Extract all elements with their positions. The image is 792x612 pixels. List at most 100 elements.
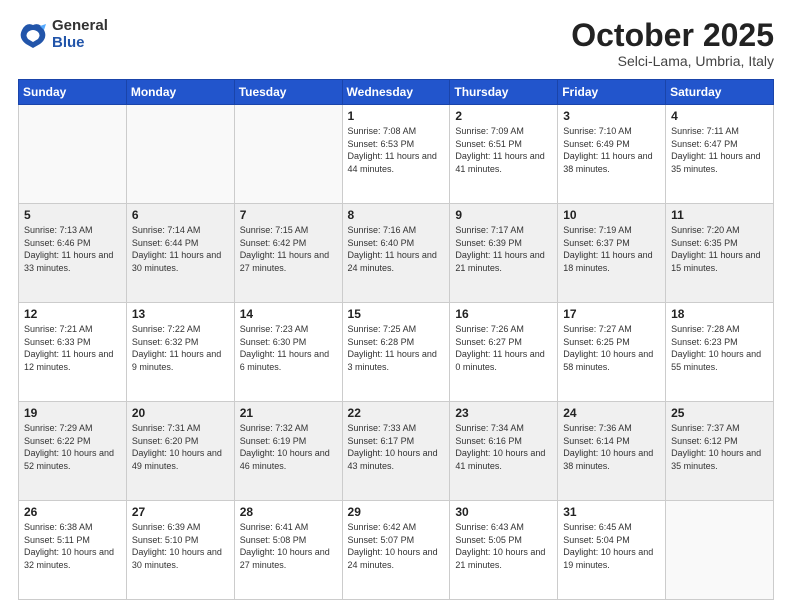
calendar-table: Sunday Monday Tuesday Wednesday Thursday… bbox=[18, 79, 774, 600]
table-row: 10Sunrise: 7:19 AM Sunset: 6:37 PM Dayli… bbox=[558, 204, 666, 303]
table-row: 16 Sunrise: 7:26 AM Sunset: 6:27 PM Dayli… bbox=[450, 303, 558, 402]
day-info: Sunrise: 7:21 AM Sunset: 6:33 PM Dayligh… bbox=[24, 323, 121, 373]
month-title: October 2025 bbox=[571, 18, 774, 53]
table-row: 22Sunrise: 7:33 AM Sunset: 6:17 PM Dayli… bbox=[342, 402, 450, 501]
table-row bbox=[234, 105, 342, 204]
calendar-week-row: 26 Sunrise: 6:38 AM Sunset: 5:11 PM Dayli… bbox=[19, 501, 774, 600]
day-info: Sunrise: 7:31 AM Sunset: 6:20 PM Dayligh… bbox=[132, 422, 229, 472]
day-number: 28 bbox=[240, 505, 337, 519]
th-saturday: Saturday bbox=[666, 80, 774, 105]
logo-blue-text: Blue bbox=[52, 35, 108, 52]
day-number: 4 bbox=[671, 109, 768, 123]
table-row: 7 Sunrise: 7:15 AM Sunset: 6:42 PM Daylig… bbox=[234, 204, 342, 303]
day-number: 17 bbox=[563, 307, 660, 321]
table-row: 17 Sunrise: 7:27 AM Sunset: 6:25 PM Dayli… bbox=[558, 303, 666, 402]
table-row: 2 Sunrise: 7:09 AM Sunset: 6:51 PM Daylig… bbox=[450, 105, 558, 204]
day-number: 25 bbox=[671, 406, 768, 420]
logo-text: General Blue bbox=[52, 18, 108, 51]
table-row: 30Sunrise: 6:43 AM Sunset: 5:05 PM Dayli… bbox=[450, 501, 558, 600]
day-info: Sunrise: 6:39 AM Sunset: 5:10 PM Dayligh… bbox=[132, 521, 229, 571]
day-number: 6 bbox=[132, 208, 229, 222]
day-number: 9 bbox=[455, 208, 552, 222]
table-row: 23Sunrise: 7:34 AM Sunset: 6:16 PM Dayli… bbox=[450, 402, 558, 501]
day-info: Sunrise: 7:26 AM Sunset: 6:27 PM Dayligh… bbox=[455, 323, 552, 373]
weekday-header-row: Sunday Monday Tuesday Wednesday Thursday… bbox=[19, 80, 774, 105]
day-info: Sunrise: 6:38 AM Sunset: 5:11 PM Dayligh… bbox=[24, 521, 121, 571]
day-info: Sunrise: 7:36 AM Sunset: 6:14 PM Dayligh… bbox=[563, 422, 660, 472]
day-info: Sunrise: 7:19 AM Sunset: 6:37 PM Dayligh… bbox=[563, 224, 660, 274]
day-info: Sunrise: 7:34 AM Sunset: 6:16 PM Dayligh… bbox=[455, 422, 552, 472]
day-number: 29 bbox=[348, 505, 445, 519]
day-info: Sunrise: 6:41 AM Sunset: 5:08 PM Dayligh… bbox=[240, 521, 337, 571]
day-number: 16 bbox=[455, 307, 552, 321]
day-number: 11 bbox=[671, 208, 768, 222]
calendar-week-row: 1 Sunrise: 7:08 AM Sunset: 6:53 PM Daylig… bbox=[19, 105, 774, 204]
day-info: Sunrise: 7:23 AM Sunset: 6:30 PM Dayligh… bbox=[240, 323, 337, 373]
day-number: 15 bbox=[348, 307, 445, 321]
day-number: 30 bbox=[455, 505, 552, 519]
calendar-week-row: 19 Sunrise: 7:29 AM Sunset: 6:22 PM Dayli… bbox=[19, 402, 774, 501]
table-row: 1 Sunrise: 7:08 AM Sunset: 6:53 PM Daylig… bbox=[342, 105, 450, 204]
day-number: 24 bbox=[563, 406, 660, 420]
day-number: 21 bbox=[240, 406, 337, 420]
day-number: 26 bbox=[24, 505, 121, 519]
table-row: 4 Sunrise: 7:11 AM Sunset: 6:47 PM Daylig… bbox=[666, 105, 774, 204]
th-tuesday: Tuesday bbox=[234, 80, 342, 105]
calendar-week-row: 12 Sunrise: 7:21 AM Sunset: 6:33 PM Dayli… bbox=[19, 303, 774, 402]
day-info: Sunrise: 6:45 AM Sunset: 5:04 PM Dayligh… bbox=[563, 521, 660, 571]
table-row: 3 Sunrise: 7:10 AM Sunset: 6:49 PM Daylig… bbox=[558, 105, 666, 204]
day-info: Sunrise: 7:33 AM Sunset: 6:17 PM Dayligh… bbox=[348, 422, 445, 472]
day-number: 12 bbox=[24, 307, 121, 321]
table-row: 14 Sunrise: 7:23 AM Sunset: 6:30 PM Dayli… bbox=[234, 303, 342, 402]
title-block: October 2025 Selci-Lama, Umbria, Italy bbox=[571, 18, 774, 69]
day-info: Sunrise: 7:29 AM Sunset: 6:22 PM Dayligh… bbox=[24, 422, 121, 472]
table-row: 6Sunrise: 7:14 AM Sunset: 6:44 PM Daylig… bbox=[126, 204, 234, 303]
table-row: 31 Sunrise: 6:45 AM Sunset: 5:04 PM Dayli… bbox=[558, 501, 666, 600]
table-row: 26 Sunrise: 6:38 AM Sunset: 5:11 PM Dayli… bbox=[19, 501, 127, 600]
day-number: 1 bbox=[348, 109, 445, 123]
table-row: 15Sunrise: 7:25 AM Sunset: 6:28 PM Dayli… bbox=[342, 303, 450, 402]
th-wednesday: Wednesday bbox=[342, 80, 450, 105]
day-number: 8 bbox=[348, 208, 445, 222]
day-number: 2 bbox=[455, 109, 552, 123]
day-info: Sunrise: 7:27 AM Sunset: 6:25 PM Dayligh… bbox=[563, 323, 660, 373]
table-row: 13Sunrise: 7:22 AM Sunset: 6:32 PM Dayli… bbox=[126, 303, 234, 402]
table-row: 18 Sunrise: 7:28 AM Sunset: 6:23 PM Dayli… bbox=[666, 303, 774, 402]
day-number: 20 bbox=[132, 406, 229, 420]
day-number: 18 bbox=[671, 307, 768, 321]
day-number: 19 bbox=[24, 406, 121, 420]
table-row: 27Sunrise: 6:39 AM Sunset: 5:10 PM Dayli… bbox=[126, 501, 234, 600]
table-row bbox=[19, 105, 127, 204]
day-number: 13 bbox=[132, 307, 229, 321]
day-info: Sunrise: 7:11 AM Sunset: 6:47 PM Dayligh… bbox=[671, 125, 768, 175]
logo: General Blue bbox=[18, 18, 108, 51]
day-info: Sunrise: 7:20 AM Sunset: 6:35 PM Dayligh… bbox=[671, 224, 768, 274]
logo-icon bbox=[18, 20, 48, 50]
table-row: 8 Sunrise: 7:16 AM Sunset: 6:40 PM Daylig… bbox=[342, 204, 450, 303]
day-info: Sunrise: 7:08 AM Sunset: 6:53 PM Dayligh… bbox=[348, 125, 445, 175]
table-row bbox=[126, 105, 234, 204]
day-number: 14 bbox=[240, 307, 337, 321]
table-row: 28 Sunrise: 6:41 AM Sunset: 5:08 PM Dayli… bbox=[234, 501, 342, 600]
table-row: 24 Sunrise: 7:36 AM Sunset: 6:14 PM Dayli… bbox=[558, 402, 666, 501]
th-sunday: Sunday bbox=[19, 80, 127, 105]
day-info: Sunrise: 7:15 AM Sunset: 6:42 PM Dayligh… bbox=[240, 224, 337, 274]
table-row: 5Sunrise: 7:13 AM Sunset: 6:46 PM Daylig… bbox=[19, 204, 127, 303]
table-row: 11 Sunrise: 7:20 AM Sunset: 6:35 PM Dayli… bbox=[666, 204, 774, 303]
table-row: 25 Sunrise: 7:37 AM Sunset: 6:12 PM Dayli… bbox=[666, 402, 774, 501]
table-row: 19 Sunrise: 7:29 AM Sunset: 6:22 PM Dayli… bbox=[19, 402, 127, 501]
day-number: 31 bbox=[563, 505, 660, 519]
day-number: 7 bbox=[240, 208, 337, 222]
day-info: Sunrise: 7:28 AM Sunset: 6:23 PM Dayligh… bbox=[671, 323, 768, 373]
table-row: 12 Sunrise: 7:21 AM Sunset: 6:33 PM Dayli… bbox=[19, 303, 127, 402]
day-info: Sunrise: 7:37 AM Sunset: 6:12 PM Dayligh… bbox=[671, 422, 768, 472]
day-info: Sunrise: 7:16 AM Sunset: 6:40 PM Dayligh… bbox=[348, 224, 445, 274]
day-info: Sunrise: 7:17 AM Sunset: 6:39 PM Dayligh… bbox=[455, 224, 552, 274]
day-info: Sunrise: 7:10 AM Sunset: 6:49 PM Dayligh… bbox=[563, 125, 660, 175]
page: General Blue October 2025 Selci-Lama, Um… bbox=[0, 0, 792, 612]
day-info: Sunrise: 7:32 AM Sunset: 6:19 PM Dayligh… bbox=[240, 422, 337, 472]
day-number: 3 bbox=[563, 109, 660, 123]
th-friday: Friday bbox=[558, 80, 666, 105]
day-info: Sunrise: 7:09 AM Sunset: 6:51 PM Dayligh… bbox=[455, 125, 552, 175]
table-row: 29Sunrise: 6:42 AM Sunset: 5:07 PM Dayli… bbox=[342, 501, 450, 600]
